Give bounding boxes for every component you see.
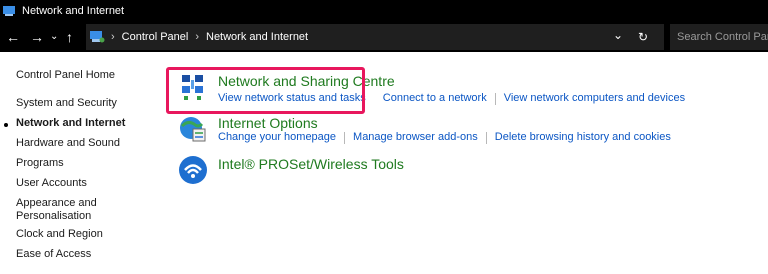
internet-options-icon[interactable] <box>178 114 210 146</box>
connect-to-network-link[interactable]: Connect to a network <box>383 92 487 104</box>
title-bar: Network and Internet <box>0 0 768 22</box>
back-arrow-icon[interactable]: ← <box>6 28 20 46</box>
up-arrow-icon[interactable]: ↑ <box>66 28 73 46</box>
view-network-computers-link[interactable]: View network computers and devices <box>504 92 685 104</box>
control-panel-icon <box>3 6 15 16</box>
internet-options-links: Change your homepage Manage browser add-… <box>218 131 671 144</box>
breadcrumb-separator-icon: › <box>111 31 115 43</box>
change-homepage-link[interactable]: Change your homepage <box>218 131 336 143</box>
sidebar-item-user-accounts[interactable]: User Accounts <box>16 177 87 190</box>
wireless-icon[interactable] <box>178 154 210 186</box>
internet-options-title[interactable]: Internet Options <box>218 115 318 131</box>
breadcrumb-network-and-internet[interactable]: Network and Internet <box>206 31 308 43</box>
refresh-icon[interactable]: ↻ <box>638 30 648 44</box>
intel-proset-wireless-title[interactable]: Intel® PROSet/Wireless Tools <box>218 156 404 172</box>
chevron-down-icon[interactable]: ⌄ <box>50 28 58 46</box>
window-title: Network and Internet <box>22 5 125 17</box>
manage-add-ons-link[interactable]: Manage browser add-ons <box>353 131 478 143</box>
active-bullet-icon <box>4 123 8 127</box>
delete-browsing-history-link[interactable]: Delete browsing history and cookies <box>495 131 671 143</box>
sidebar-item-hardware-and-sound[interactable]: Hardware and Sound <box>16 137 120 150</box>
sidebar-item-clock-and-region[interactable]: Clock and Region <box>16 228 103 241</box>
forward-arrow-icon[interactable]: → <box>30 28 44 46</box>
link-separator <box>494 93 496 105</box>
address-bar[interactable]: › Control Panel › Network and Internet ⌄… <box>86 24 664 50</box>
sidebar-item-appearance[interactable]: Appearance and <box>16 197 97 210</box>
address-dropdown-icon[interactable]: ⌄ <box>613 28 623 42</box>
search-placeholder: Search Control Panel <box>677 31 768 43</box>
sidebar-item-network-and-internet[interactable]: Network and Internet <box>16 117 125 130</box>
breadcrumb-separator-icon: › <box>195 31 199 43</box>
link-separator <box>344 132 346 144</box>
breadcrumb-control-panel[interactable]: Control Panel <box>122 31 189 43</box>
sidebar-item-system-and-security[interactable]: System and Security <box>16 97 117 110</box>
address-bar-icon <box>90 31 105 43</box>
sidebar-item-personalisation[interactable]: Personalisation <box>16 210 91 223</box>
navigation-bar: ← → ⌄ ↑ › Control Panel › Network and In… <box>0 22 768 52</box>
link-separator <box>485 132 487 144</box>
search-input[interactable]: Search Control Panel <box>670 24 768 50</box>
sidebar-item-programs[interactable]: Programs <box>16 157 64 170</box>
sidebar-item-control-panel-home[interactable]: Control Panel Home <box>16 69 115 82</box>
highlight-box <box>166 67 365 114</box>
sidebar-item-ease-of-access[interactable]: Ease of Access <box>16 248 91 261</box>
